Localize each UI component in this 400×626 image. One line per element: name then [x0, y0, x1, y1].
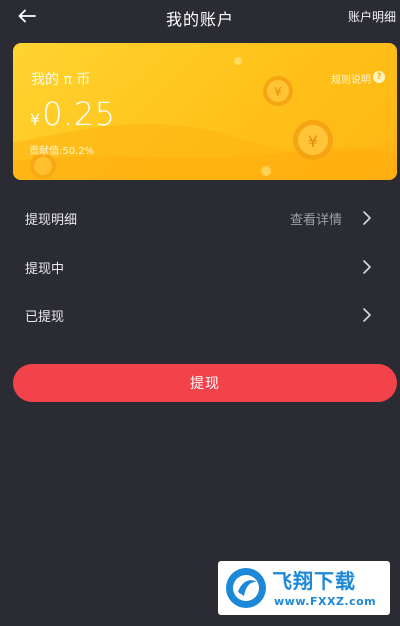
chevron-right-icon — [363, 260, 371, 274]
svg-text:¥: ¥ — [274, 85, 282, 99]
balance-display: ¥ 0.25 — [30, 95, 115, 133]
list-item-withdrawing[interactable]: 提现中 — [0, 245, 400, 291]
balance-amount: 0.25 — [42, 95, 116, 133]
watermark-logo — [226, 568, 266, 608]
watermark-brand: 飞翔下载 — [272, 569, 356, 593]
page-title: 我的账户 — [165, 10, 234, 29]
view-details-link[interactable]: 查看详情 — [290, 209, 342, 228]
account-detail-link[interactable]: 账户明细 — [348, 8, 396, 25]
list-item-label: 提现中 — [25, 262, 65, 277]
chevron-right-icon — [363, 308, 371, 322]
contribution-value: 贡献值:50.2% — [29, 146, 95, 157]
watermark: 飞翔下载 www.FXXZ.com — [218, 561, 390, 615]
help-icon[interactable]: ? — [373, 71, 385, 83]
chevron-right-icon — [363, 211, 371, 225]
list-item-label: 已提现 — [25, 310, 65, 325]
rules-link[interactable]: 规则说明 — [331, 71, 371, 86]
coin-label: 我的 π 币 — [31, 72, 91, 88]
withdraw-button[interactable]: 提现 — [13, 364, 397, 402]
currency-symbol: ¥ — [30, 110, 41, 129]
coin-icon: ¥ — [293, 120, 333, 160]
svg-text:¥: ¥ — [308, 132, 318, 151]
list-item-withdraw-details[interactable]: 提现明细 查看详情 — [0, 196, 400, 242]
balance-card: ¥ ¥ 我的 π 币 规则说明 ? ¥ 0.25 贡献值:50.2% — [13, 43, 397, 180]
list-item-label: 提现明细 — [25, 213, 78, 228]
coin-icon: ¥ — [263, 76, 293, 106]
top-app-bar: 我的账户 账户明细 — [0, 0, 400, 34]
list-item-withdrawn[interactable]: 已提现 — [0, 293, 400, 339]
watermark-url: www.FXXZ.com — [274, 595, 377, 608]
